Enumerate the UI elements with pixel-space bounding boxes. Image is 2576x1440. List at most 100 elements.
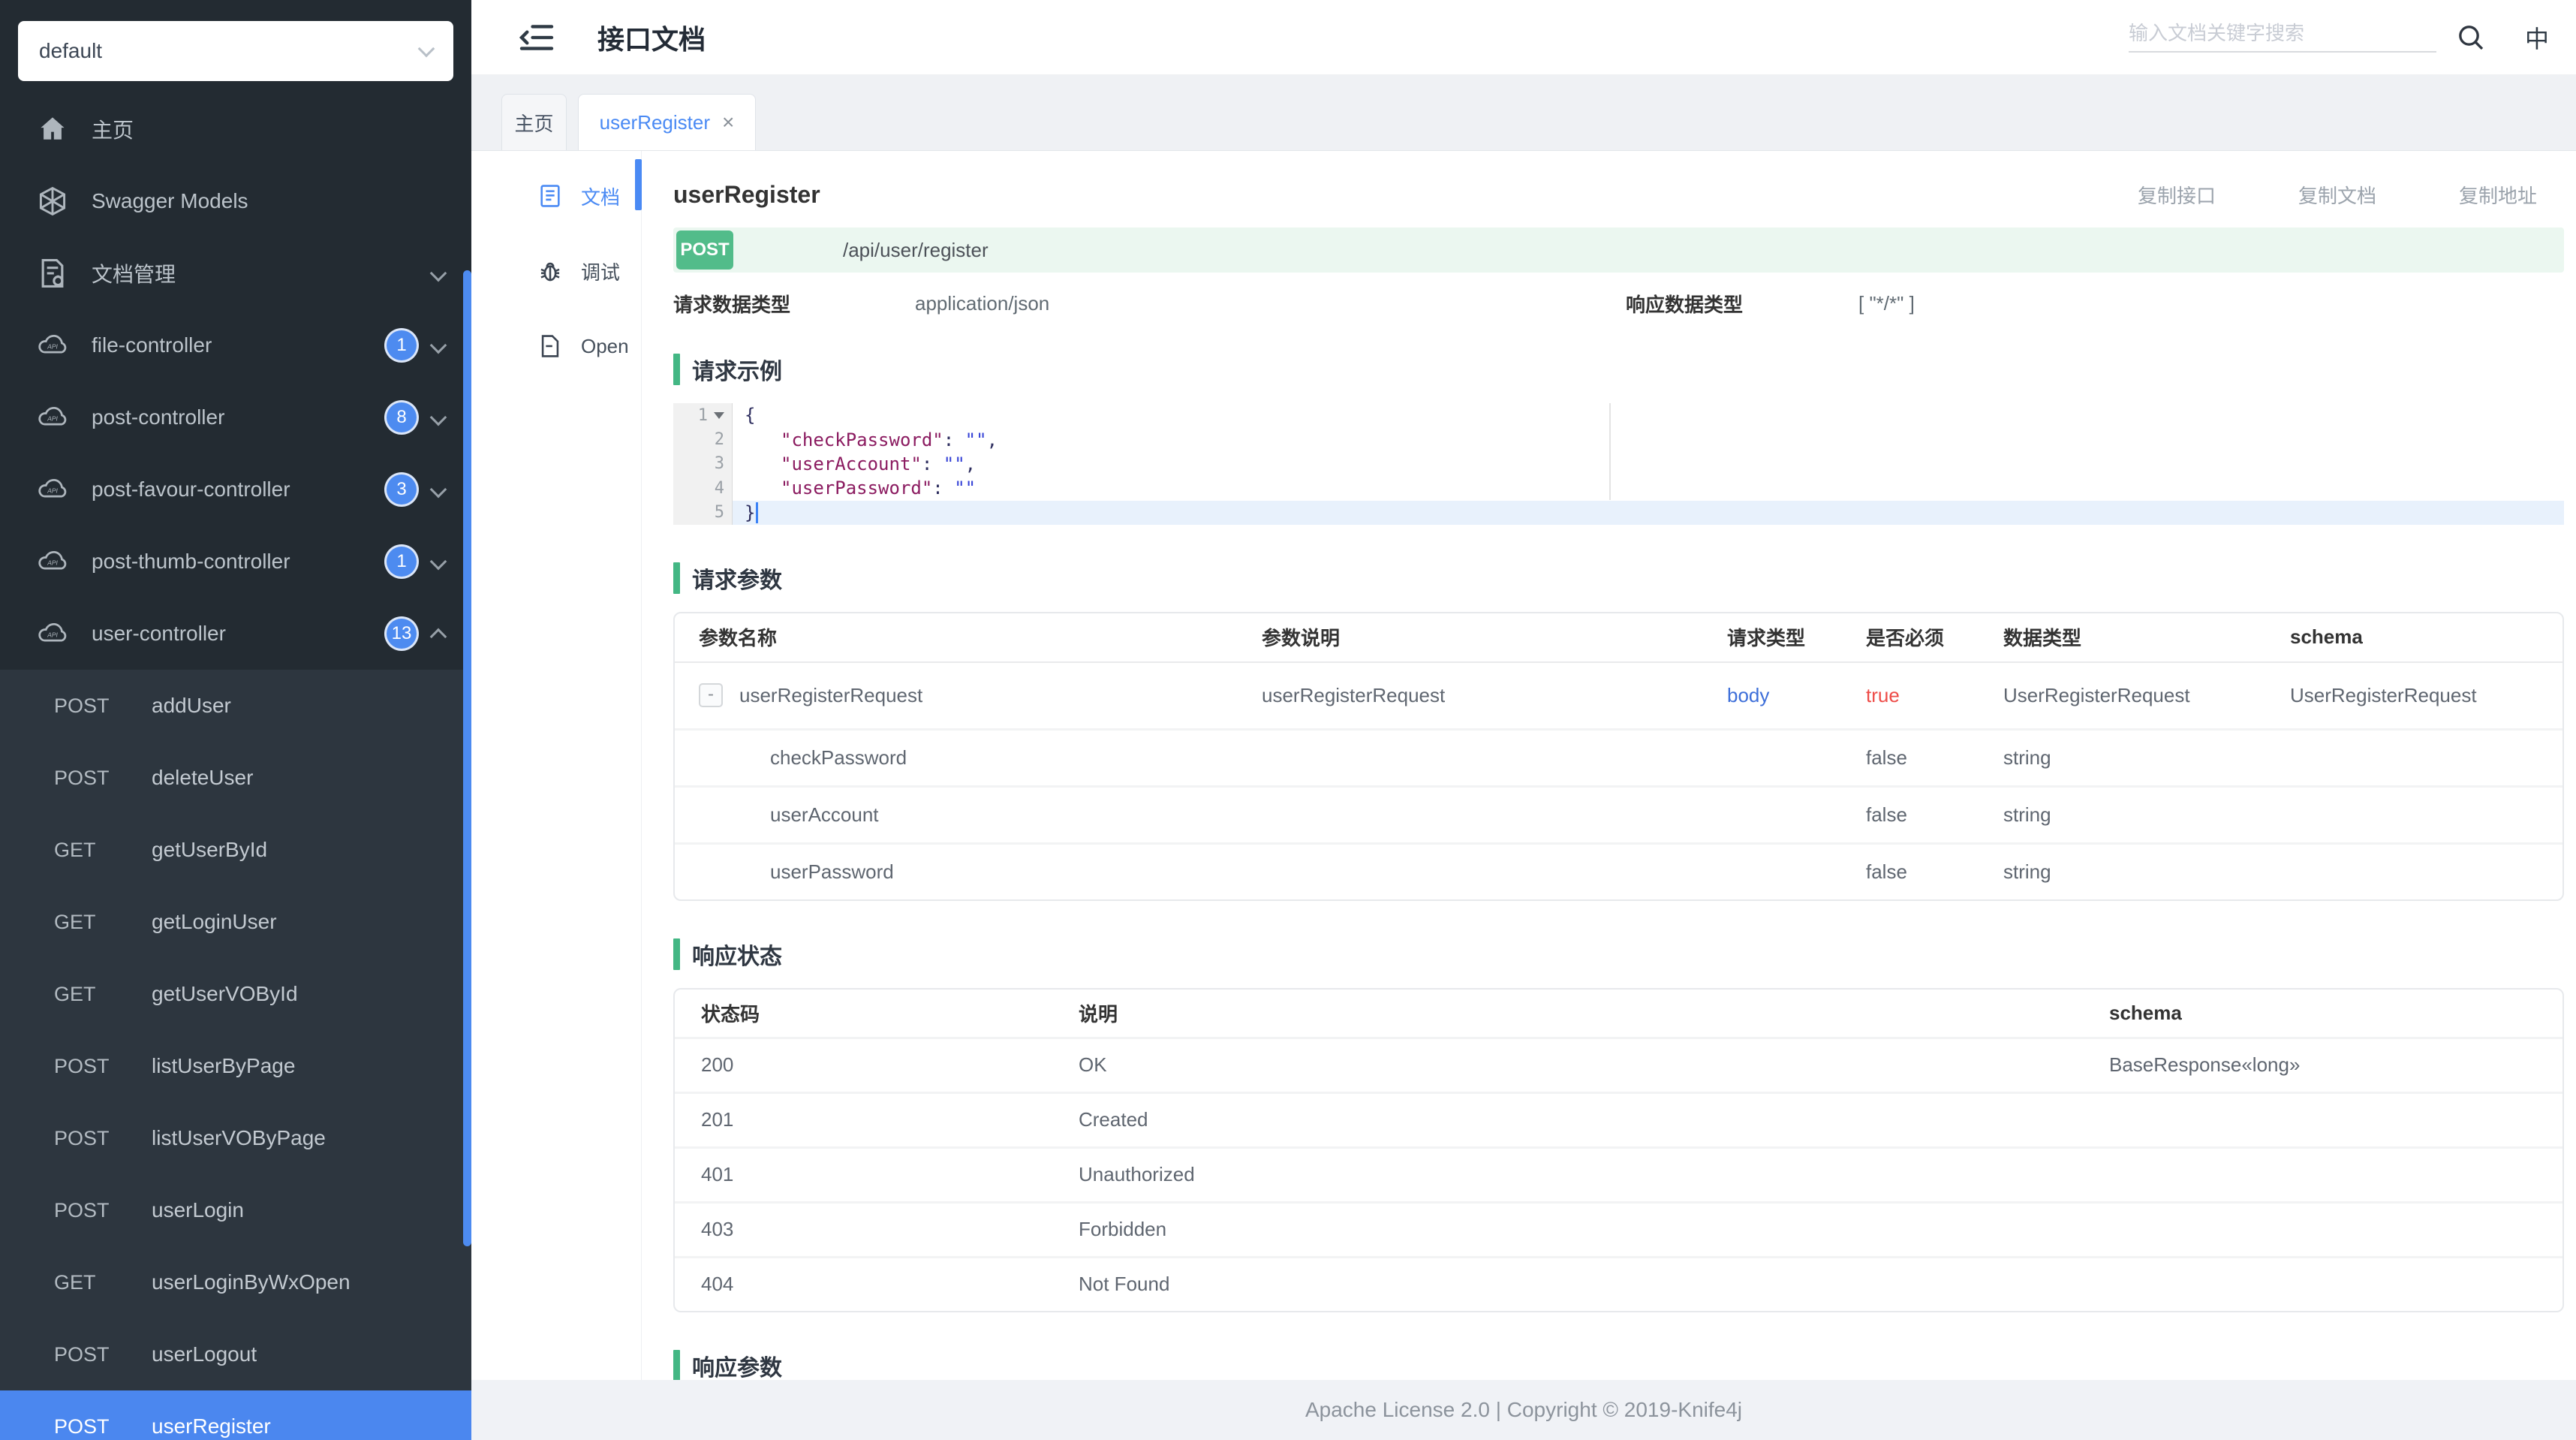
api-title: userRegister bbox=[673, 181, 820, 209]
section-title-text: 响应状态 bbox=[692, 938, 782, 971]
sidebar-item-doc-manage[interactable]: 文档管理 bbox=[0, 237, 471, 309]
code-line: 2 "checkPassword": "", bbox=[673, 427, 2564, 451]
nav-item-doc[interactable]: 文档 bbox=[471, 158, 641, 233]
sidebar-item-label: 主页 bbox=[92, 114, 444, 144]
status-code: 403 bbox=[675, 1218, 1079, 1241]
copy-doc-button[interactable]: 复制文档 bbox=[2298, 181, 2376, 209]
swagger-models-icon bbox=[36, 185, 69, 218]
section-accent-bar bbox=[673, 562, 680, 594]
home-icon bbox=[36, 113, 69, 146]
sidebar-item-label: post-controller bbox=[92, 405, 384, 429]
count-badge: 1 bbox=[384, 328, 419, 363]
operation-userLogout[interactable]: POST userLogout bbox=[0, 1318, 471, 1390]
col-header: 请求类型 bbox=[1727, 623, 1866, 651]
count-badge: 8 bbox=[384, 400, 419, 435]
table-row: userPassword false string bbox=[675, 842, 2562, 899]
chevron-down-icon bbox=[430, 409, 447, 426]
method-bar: POST /api/user/register bbox=[673, 227, 2564, 273]
param-name: checkPassword bbox=[675, 746, 1262, 770]
sidebar-item-post-thumb-controller[interactable]: API post-thumb-controller 1 bbox=[0, 526, 471, 598]
sidebar-item-label: 文档管理 bbox=[92, 258, 432, 288]
section-accent-bar bbox=[673, 938, 680, 970]
operation-userLogin[interactable]: POST userLogin bbox=[0, 1174, 471, 1246]
param-required: true bbox=[1866, 684, 2003, 707]
sidebar-item-swagger-models[interactable]: Swagger Models bbox=[0, 165, 471, 237]
section-request-example: 请求示例 bbox=[673, 354, 2564, 385]
collapse-row-button[interactable]: - bbox=[699, 683, 723, 707]
section-response-status: 响应状态 bbox=[673, 938, 2564, 970]
api-cloud-icon: API bbox=[36, 329, 69, 362]
menu-fold-icon[interactable] bbox=[518, 23, 555, 53]
operation-name: listUserByPage bbox=[152, 1054, 295, 1078]
code-content: { bbox=[733, 403, 2564, 427]
sidebar-item-label: file-controller bbox=[92, 333, 384, 357]
api-doc-page: userRegister 复制接口 复制文档 复制地址 POST /api/us… bbox=[642, 151, 2576, 1380]
section-title-text: 请求参数 bbox=[692, 562, 782, 595]
request-type-label: 请求数据类型 bbox=[673, 290, 915, 318]
api-cloud-icon: API bbox=[36, 545, 69, 578]
operation-name: getUserVOById bbox=[152, 982, 298, 1006]
copy-address-button[interactable]: 复制地址 bbox=[2459, 181, 2537, 209]
operation-listUserByPage[interactable]: POST listUserByPage bbox=[0, 1030, 471, 1102]
param-data-type: string bbox=[2003, 803, 2290, 827]
doc-nav: 文档 调试 Open bbox=[471, 151, 642, 1380]
copy-api-button[interactable]: 复制接口 bbox=[2138, 181, 2216, 209]
group-select[interactable]: default bbox=[18, 21, 453, 81]
footer-text: Apache License 2.0 | Copyright © 2019-Kn… bbox=[1305, 1398, 1742, 1422]
section-title-text: 请求示例 bbox=[692, 353, 782, 386]
operation-getLoginUser[interactable]: GET getLoginUser bbox=[0, 886, 471, 958]
tab-userRegister[interactable]: userRegister × bbox=[578, 94, 756, 150]
sidebar-item-home[interactable]: 主页 bbox=[0, 93, 471, 165]
search-icon[interactable] bbox=[2456, 23, 2486, 53]
language-switch[interactable]: 中 bbox=[2525, 20, 2549, 55]
table-row: checkPassword false string bbox=[675, 728, 2562, 785]
sidebar-scrollbar-thumb[interactable] bbox=[463, 270, 471, 1246]
nav-item-debug[interactable]: 调试 bbox=[471, 233, 641, 309]
operation-method: POST bbox=[54, 767, 152, 790]
operation-userLoginByWxOpen[interactable]: GET userLoginByWxOpen bbox=[0, 1246, 471, 1318]
code-line: 3 "userAccount": "", bbox=[673, 452, 2564, 476]
response-type-value: [ "*/*" ] bbox=[1858, 292, 1915, 315]
operation-method: POST bbox=[54, 694, 152, 718]
table-row: 200 OK BaseResponse«long» bbox=[675, 1037, 2562, 1092]
section-accent-bar bbox=[673, 354, 680, 385]
tab-home[interactable]: 主页 bbox=[501, 94, 567, 150]
document-icon bbox=[537, 183, 563, 209]
chevron-down-icon bbox=[430, 337, 447, 354]
search-input[interactable] bbox=[2129, 22, 2436, 45]
operation-addUser[interactable]: POST addUser bbox=[0, 670, 471, 742]
status-code: 404 bbox=[675, 1273, 1079, 1296]
user-controller-operations: POST addUser POST deleteUser GET getUser… bbox=[0, 670, 471, 1440]
svg-text:API: API bbox=[47, 342, 58, 350]
tabbar: 主页 userRegister × bbox=[471, 75, 2576, 151]
code-line-active: 5 } bbox=[673, 501, 2564, 525]
count-badge: 3 bbox=[384, 472, 419, 507]
operation-getUserVOById[interactable]: GET getUserVOById bbox=[0, 958, 471, 1030]
app-root: default 主页 Swagger Models 文档管理 bbox=[0, 0, 2576, 1440]
fold-caret-icon[interactable] bbox=[714, 412, 724, 419]
operation-method: POST bbox=[54, 1199, 152, 1222]
section-response-params: 响应参数 bbox=[673, 1350, 2564, 1380]
api-cloud-icon: API bbox=[36, 617, 69, 650]
param-data-type: UserRegisterRequest bbox=[2003, 684, 2290, 707]
close-icon[interactable]: × bbox=[722, 110, 734, 134]
operation-listUserVOByPage[interactable]: POST listUserVOByPage bbox=[0, 1102, 471, 1174]
param-required: false bbox=[1866, 746, 2003, 770]
sidebar-item-user-controller[interactable]: API user-controller 13 bbox=[0, 598, 471, 670]
operation-deleteUser[interactable]: POST deleteUser bbox=[0, 742, 471, 814]
sidebar-item-post-favour-controller[interactable]: API post-favour-controller 3 bbox=[0, 453, 471, 526]
operation-name: userRegister bbox=[152, 1414, 271, 1438]
col-header: 参数说明 bbox=[1262, 623, 1727, 651]
operation-userRegister[interactable]: POST userRegister bbox=[0, 1390, 471, 1440]
code-content: } bbox=[733, 501, 2564, 525]
request-type-value: application/json bbox=[915, 292, 1626, 315]
operation-getUserById[interactable]: GET getUserById bbox=[0, 814, 471, 886]
sidebar-item-file-controller[interactable]: API file-controller 1 bbox=[0, 309, 471, 381]
code-content: "userAccount": "", bbox=[733, 452, 2564, 476]
operation-name: userLoginByWxOpen bbox=[152, 1270, 351, 1294]
code-line: 4 "userPassword": "" bbox=[673, 476, 2564, 500]
nav-item-open[interactable]: Open bbox=[471, 309, 641, 384]
sidebar-item-post-controller[interactable]: API post-controller 8 bbox=[0, 381, 471, 453]
status-code: 201 bbox=[675, 1108, 1079, 1131]
param-name: userPassword bbox=[675, 860, 1262, 884]
